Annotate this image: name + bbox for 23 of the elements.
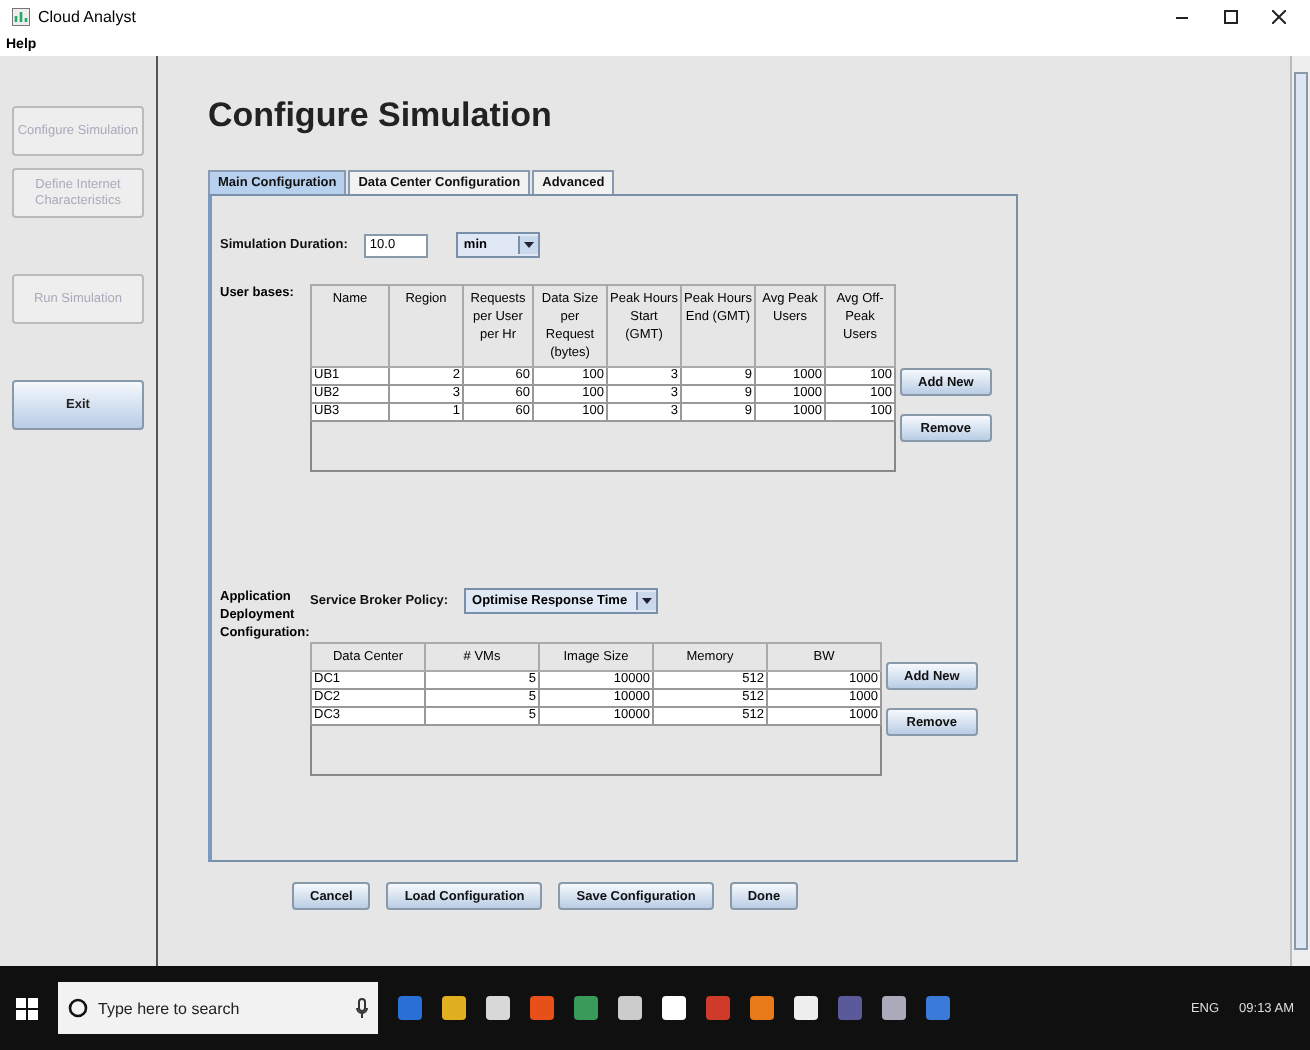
app-chart-icon <box>12 8 30 26</box>
taskbar-app-icon[interactable] <box>442 996 466 1020</box>
taskbar-app-icon[interactable] <box>838 996 862 1020</box>
taskbar-app-icon[interactable] <box>530 996 554 1020</box>
taskbar-app-icon[interactable] <box>574 996 598 1020</box>
taskbar-app-icon[interactable] <box>926 996 950 1020</box>
taskbar-app-icon[interactable] <box>750 996 774 1020</box>
taskbar-app-icon[interactable] <box>794 996 818 1020</box>
taskbar-search-field[interactable]: Type here to search <box>58 982 378 1034</box>
taskbar-app-icon[interactable] <box>882 996 906 1020</box>
taskbar-app-icon[interactable] <box>662 996 686 1020</box>
page-heading: Configure Simulation <box>208 96 554 136</box>
dropdown-arrow-icon[interactable] <box>518 236 539 254</box>
taskbar-app-icon[interactable] <box>618 996 642 1020</box>
windows-start-icon[interactable] <box>16 997 38 1019</box>
taskbar-app-icon[interactable] <box>706 996 730 1020</box>
taskbar-app-icon[interactable] <box>398 996 422 1020</box>
search-icon <box>68 998 88 1018</box>
microphone-icon[interactable] <box>356 998 368 1018</box>
dropdown-arrow-icon[interactable] <box>635 592 656 610</box>
scrollbar[interactable] <box>1290 56 1310 966</box>
taskbar-app-icon[interactable] <box>486 996 510 1020</box>
window-title: Cloud Analyst <box>38 8 136 26</box>
